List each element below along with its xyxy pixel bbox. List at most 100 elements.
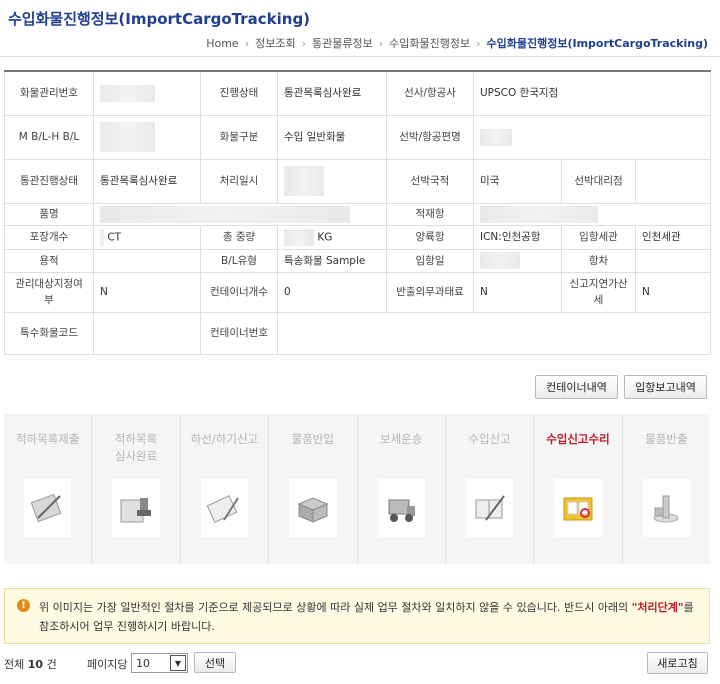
notice-highlight: "처리단계" — [631, 601, 684, 614]
value-shipping-agent — [635, 158, 711, 204]
label-release-penalty: 반출의무과태료 — [386, 271, 474, 313]
value-status: 통관목록심사완료 — [277, 70, 387, 116]
package-unit: CT — [107, 231, 122, 243]
table-row: M B/L-H B/L 화물구분 수입 일반화물 선박/항공편명 — [4, 114, 711, 160]
value-voyage — [635, 248, 711, 273]
label-container-no: 컨테이너번호 — [200, 311, 278, 355]
forklift-icon — [377, 479, 425, 537]
breadcrumb-chevron-icon: › — [244, 36, 250, 50]
label-customs-status: 통관진행상태 — [4, 158, 94, 204]
step-goods-inbound: 물품반입 — [268, 414, 356, 564]
total-prefix: 전체 — [4, 658, 25, 671]
package-icon — [642, 479, 690, 537]
step-import-declaration: 수입신고 — [444, 414, 533, 564]
label-bl: M B/L-H B/L — [4, 114, 94, 160]
value-cargo-no — [93, 70, 201, 116]
step-label: 수입신고수리 — [546, 432, 610, 446]
breadcrumb-customs[interactable]: 통관물류정보 — [312, 35, 373, 51]
value-late-tax: N — [635, 271, 711, 313]
masked-value — [284, 228, 314, 246]
title-divider — [0, 56, 720, 57]
breadcrumb-chevron-icon: › — [476, 36, 481, 50]
masked-value — [100, 205, 350, 223]
label-arrival-customs: 입항세관 — [561, 224, 636, 250]
masked-value — [480, 128, 512, 146]
notice-box: ! 위 이미지는 가장 일반적인 절차를 기준으로 제공되므로 상황에 따라 실… — [4, 588, 710, 644]
breadcrumb-home[interactable]: Home — [206, 37, 238, 50]
value-bl — [93, 114, 201, 160]
masked-value — [284, 166, 324, 196]
refresh-button[interactable]: 새로고침 — [647, 652, 708, 674]
select-button[interactable]: 선택 — [194, 652, 236, 673]
value-vessel — [473, 114, 711, 160]
label-late-tax: 신고지연가산세 — [561, 271, 636, 313]
book-pen-icon — [465, 479, 514, 537]
step-label: 물품반입 — [291, 432, 334, 446]
step-label: 적하목록제출 — [15, 432, 80, 446]
value-package-count: CT — [93, 224, 201, 250]
label-cargo-type: 화물구분 — [200, 114, 278, 160]
value-cargo-type: 수입 일반화물 — [277, 114, 387, 160]
label-special-code: 특수화물코드 — [4, 311, 94, 355]
table-row: 포장개수 CT 총 중량 KG 양륙항 ICN:인천공항 입항세관 인천세관 — [4, 224, 711, 250]
per-page-label: 페이지당 — [87, 658, 128, 671]
masked-value — [480, 205, 598, 223]
breadcrumb: Home › 정보조회 › 통관물류정보 › 수입화물진행정보 › 수입화물진행… — [206, 35, 708, 51]
table-row: 화물관리번호 진행상태 통관목록심사완료 선사/항공사 UPSCO 한국지점 — [4, 70, 711, 116]
label-total-weight: 총 중량 — [200, 224, 278, 250]
step-manifest-submit: 적하목록제출 — [4, 414, 91, 564]
value-customs-status: 통관목록심사완료 — [93, 158, 201, 204]
masked-value — [100, 228, 104, 246]
step-label: 수입신고 — [468, 432, 511, 446]
label-status: 진행상태 — [200, 70, 278, 116]
breadcrumb-chevron-icon: › — [301, 36, 306, 50]
label-shipping-agent: 선박대리점 — [561, 158, 636, 204]
warning-icon: ! — [17, 599, 30, 612]
table-row: 용적 B/L유형 특송화물 Sample 입항일 항차 — [4, 248, 711, 273]
step-unloading-report: 하선/하기신고 — [179, 414, 268, 564]
breadcrumb-info[interactable]: 정보조회 — [255, 35, 295, 51]
value-special-code — [93, 311, 201, 355]
label-vessel: 선박/항공편명 — [386, 114, 474, 160]
page-title: 수입화물진행정보(ImportCargoTracking) — [8, 10, 311, 28]
container-history-button[interactable]: 컨테이너내역 — [535, 375, 618, 399]
step-label: 물품반출 — [645, 432, 688, 446]
value-volume — [93, 248, 201, 273]
per-page-select[interactable]: 10 ▼ — [131, 653, 188, 673]
label-unloading-port: 양륙항 — [386, 224, 474, 250]
value-total-weight: KG — [277, 224, 387, 250]
value-release-penalty: N — [473, 271, 562, 313]
label-loading-port: 적재항 — [386, 202, 474, 226]
value-processed-at — [277, 158, 387, 204]
breadcrumb-cargo[interactable]: 수입화물진행정보 — [389, 35, 470, 51]
cargo-info-table: 화물관리번호 진행상태 통관목록심사완료 선사/항공사 UPSCO 한국지점 M… — [4, 70, 711, 355]
arrival-report-button[interactable]: 입항보고내역 — [624, 375, 707, 399]
label-vessel-nation: 선박국적 — [386, 158, 474, 204]
masked-value — [100, 84, 155, 102]
step-label: 적하목록 심사완료 — [114, 432, 158, 463]
table-row: 특수화물코드 컨테이너번호 — [4, 311, 711, 355]
label-arrival-date: 입항일 — [386, 248, 474, 273]
value-container-count: 0 — [277, 271, 387, 313]
value-carrier: UPSCO 한국지점 — [473, 70, 711, 116]
step-label: 하선/하기신고 — [190, 432, 259, 446]
value-arrival-customs: 인천세관 — [635, 224, 711, 250]
step-goods-release: 물품반출 — [621, 414, 710, 564]
label-cargo-no: 화물관리번호 — [4, 70, 94, 116]
label-voyage: 항차 — [561, 248, 636, 273]
value-arrival-date — [473, 248, 562, 273]
masked-value — [480, 252, 520, 269]
step-label: 보세운송 — [380, 432, 423, 446]
label-processed-at: 처리일시 — [200, 158, 278, 204]
value-container-no — [277, 311, 711, 355]
step-manifest-review: 적하목록 심사완료 — [91, 414, 179, 564]
table-row: 관리대상지정여부 N 컨테이너개수 0 반출의무과태료 N 신고지연가산세 N — [4, 271, 711, 313]
box-icon — [289, 479, 337, 537]
chevron-down-icon: ▼ — [170, 655, 186, 671]
label-item-name: 품명 — [4, 202, 94, 226]
weight-unit: KG — [317, 231, 333, 243]
label-bl-type: B/L유형 — [200, 248, 278, 273]
total-suffix: 건 — [46, 658, 57, 671]
notice-text-before: 위 이미지는 가장 일반적인 절차를 기준으로 제공되므로 상황에 따라 실제 … — [39, 601, 632, 614]
breadcrumb-chevron-icon: › — [378, 36, 384, 50]
